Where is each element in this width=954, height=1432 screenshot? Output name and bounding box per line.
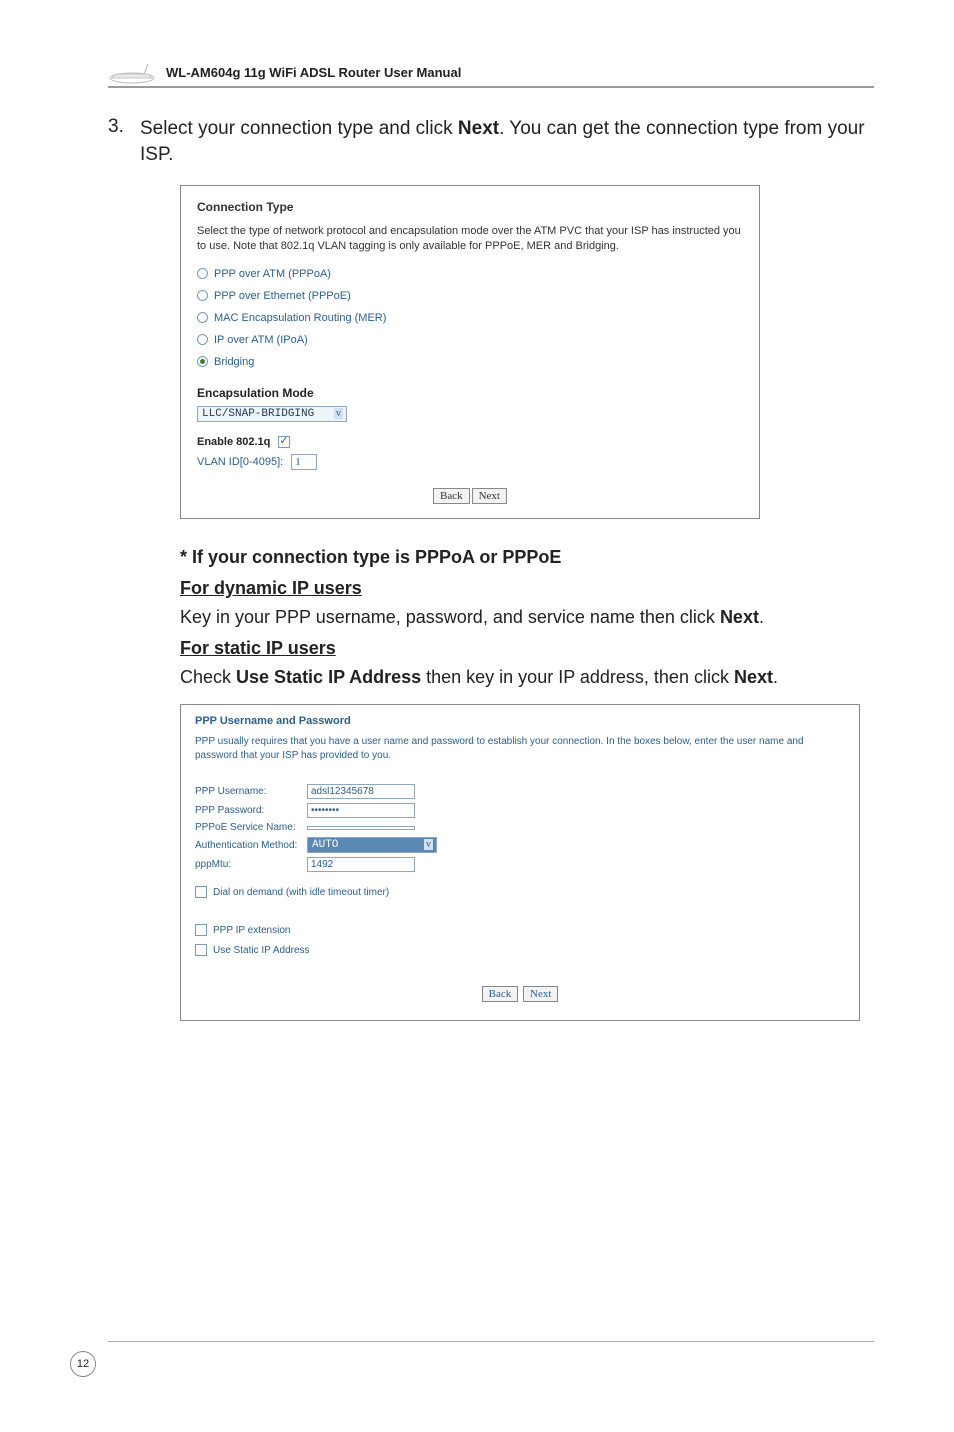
- panel2-button-row: Back Next: [195, 986, 845, 1002]
- dynamic-ip-text: Key in your PPP username, password, and …: [180, 605, 874, 630]
- panel1-heading: Connection Type: [197, 200, 743, 214]
- panel2-description: PPP usually requires that you have a use…: [195, 735, 845, 762]
- encap-heading: Encapsulation Mode: [197, 386, 743, 400]
- enable-8021q-label: Enable 802.1q: [197, 436, 270, 448]
- enable-8021q-checkbox[interactable]: [278, 436, 290, 448]
- step-text: Select your connection type and click Ne…: [140, 116, 874, 167]
- pppoe-service-input[interactable]: [307, 826, 415, 830]
- dial-on-demand-label: Dial on demand (with idle timeout timer): [213, 887, 389, 898]
- ppp-password-label: PPP Password:: [195, 805, 307, 816]
- radio-ipoa[interactable]: IP over ATM (IPoA): [197, 334, 743, 346]
- vlan-id-label: VLAN ID[0-4095]:: [197, 456, 283, 468]
- step-text-bold: Next: [458, 118, 499, 139]
- radio-pppoa[interactable]: PPP over ATM (PPPoA): [197, 268, 743, 280]
- back-button[interactable]: Back: [482, 986, 519, 1002]
- step-3: 3. Select your connection type and click…: [108, 116, 874, 167]
- panel2-heading: PPP Username and Password: [195, 715, 845, 727]
- step-text-pre: Select your connection type and click: [140, 118, 458, 139]
- ppp-credentials-panel: PPP Username and Password PPP usually re…: [180, 704, 860, 1021]
- static-bold2: Next: [734, 667, 773, 687]
- step-number: 3.: [108, 116, 140, 138]
- radio-pppoe[interactable]: PPP over Ethernet (PPPoE): [197, 290, 743, 302]
- auth-method-label: Authentication Method:: [195, 840, 307, 851]
- radio-icon: [197, 356, 208, 367]
- encap-mode-select[interactable]: LLC/SNAP-BRIDGING: [197, 406, 347, 422]
- header-title: WL-AM604g 11g WiFi ADSL Router User Manu…: [166, 65, 461, 80]
- use-static-ip-label: Use Static IP Address: [213, 945, 310, 956]
- ppp-mtu-label: pppMtu:: [195, 859, 307, 870]
- ppp-mtu-input[interactable]: 1492: [307, 857, 415, 872]
- radio-icon: [197, 312, 208, 323]
- next-button[interactable]: Next: [523, 986, 558, 1002]
- radio-label: PPP over ATM (PPPoA): [214, 268, 331, 280]
- pppoe-service-label: PPPoE Service Name:: [195, 822, 307, 833]
- radio-label: PPP over Ethernet (PPPoE): [214, 290, 351, 302]
- router-icon: [108, 60, 156, 84]
- radio-label: Bridging: [214, 356, 254, 368]
- static-ip-heading: For static IP users: [180, 638, 874, 659]
- radio-label: IP over ATM (IPoA): [214, 334, 308, 346]
- ppp-ip-extension-label: PPP IP extension: [213, 925, 290, 936]
- dynamic-post: .: [759, 607, 764, 627]
- panel1-description: Select the type of network protocol and …: [197, 224, 743, 254]
- connection-type-panel: Connection Type Select the type of netwo…: [180, 185, 760, 519]
- dynamic-ip-heading: For dynamic IP users: [180, 578, 874, 599]
- footer-rule: [108, 1341, 874, 1342]
- use-static-ip-checkbox[interactable]: [195, 944, 207, 956]
- radio-label: MAC Encapsulation Routing (MER): [214, 312, 386, 324]
- radio-mer[interactable]: MAC Encapsulation Routing (MER): [197, 312, 743, 324]
- radio-icon: [197, 334, 208, 345]
- ppp-username-label: PPP Username:: [195, 786, 307, 797]
- dial-on-demand-checkbox[interactable]: [195, 886, 207, 898]
- vlan-id-input[interactable]: 1: [291, 454, 317, 470]
- static-ip-text: Check Use Static IP Address then key in …: [180, 665, 874, 690]
- static-post: .: [773, 667, 778, 687]
- radio-icon: [197, 290, 208, 301]
- ppp-ip-extension-checkbox[interactable]: [195, 924, 207, 936]
- panel1-button-row: BackNext: [197, 488, 743, 504]
- radio-bridging[interactable]: Bridging: [197, 356, 743, 368]
- manual-header: WL-AM604g 11g WiFi ADSL Router User Manu…: [108, 60, 874, 88]
- condition-heading: * If your connection type is PPPoA or PP…: [180, 547, 874, 568]
- page-number: 12: [70, 1351, 96, 1377]
- radio-icon: [197, 268, 208, 279]
- conditional-block: * If your connection type is PPPoA or PP…: [180, 547, 874, 690]
- static-pre1: Check: [180, 667, 236, 687]
- auth-method-select[interactable]: AUTO: [307, 837, 437, 853]
- ppp-password-input[interactable]: ••••••••: [307, 803, 415, 818]
- ppp-username-input[interactable]: adsl12345678: [307, 784, 415, 799]
- back-button[interactable]: Back: [433, 488, 470, 504]
- dynamic-pre: Key in your PPP username, password, and …: [180, 607, 720, 627]
- next-button[interactable]: Next: [472, 488, 507, 504]
- dynamic-bold: Next: [720, 607, 759, 627]
- static-bold1: Use Static IP Address: [236, 667, 421, 687]
- static-mid: then key in your IP address, then click: [421, 667, 734, 687]
